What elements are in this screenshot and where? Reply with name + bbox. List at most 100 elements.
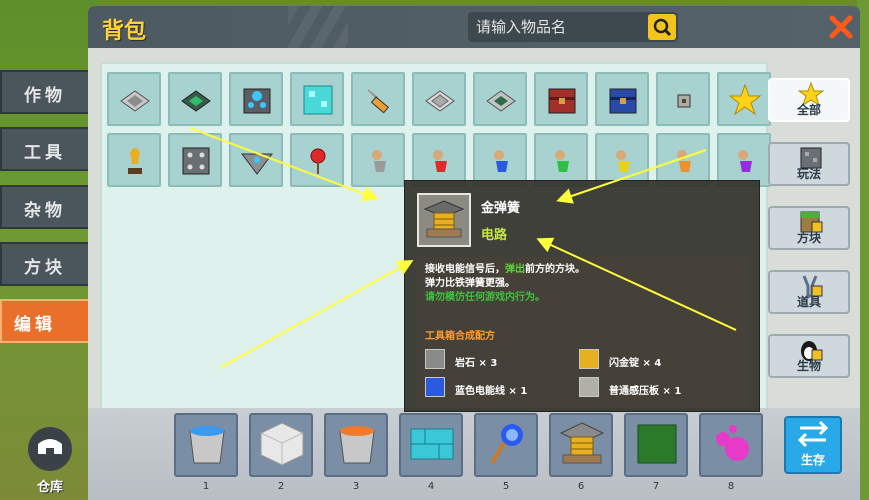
- search-button[interactable]: [648, 14, 676, 40]
- search-input[interactable]: [476, 16, 636, 38]
- hotbar-slot[interactable]: [399, 413, 463, 477]
- red-chest-icon: [548, 88, 576, 114]
- item-slot[interactable]: [412, 72, 466, 126]
- search-icon: [653, 18, 672, 37]
- small-turret-icon: [677, 94, 691, 108]
- category-label: 方块: [796, 231, 821, 245]
- item-slot[interactable]: [473, 72, 527, 126]
- item-slot[interactable]: [107, 133, 161, 187]
- side-tab-tools[interactable]: 工具: [0, 127, 92, 171]
- item-slot[interactable]: [595, 133, 649, 187]
- item-slot[interactable]: [229, 133, 283, 187]
- side-tab-label: 方块: [24, 258, 66, 278]
- item-slot[interactable]: [290, 72, 344, 126]
- recipe-item: 闪金锭 × 4: [579, 349, 729, 371]
- tooltip-item-category: 电路: [481, 228, 508, 243]
- blue-core-block-icon: [243, 88, 271, 114]
- hotbar-slot[interactable]: [249, 413, 313, 477]
- close-button[interactable]: [824, 10, 858, 44]
- item-slot[interactable]: [717, 72, 771, 126]
- category-all[interactable]: 全部: [768, 78, 850, 122]
- orange-person-pin-icon: [677, 150, 691, 172]
- item-slot[interactable]: [229, 72, 283, 126]
- blue-wire-icon: [425, 377, 445, 397]
- wrench-icon: [368, 89, 389, 114]
- blue-wand-icon: [490, 424, 523, 465]
- side-tab-blocks[interactable]: 方块: [0, 242, 92, 286]
- item-slot[interactable]: [412, 133, 466, 187]
- hotbar-slot[interactable]: [174, 413, 238, 477]
- hotbar-slot[interactable]: [324, 413, 388, 477]
- item-slot[interactable]: [351, 72, 405, 126]
- item-slot[interactable]: [656, 72, 710, 126]
- side-tab-label: 编辑: [14, 315, 56, 335]
- tooltip-body: 接收电能信号后，弹出前方的方块。 弹力比铁弹簧更强。 请勿模仿任何游戏内行为。 …: [417, 257, 749, 407]
- gold-ingot-icon: [579, 349, 599, 369]
- item-slot[interactable]: [656, 133, 710, 187]
- gray-person-pin-icon: [372, 150, 386, 172]
- trophy-icon: [128, 148, 142, 174]
- hotbar-slot[interactable]: [624, 413, 688, 477]
- side-tab-label: 杂物: [24, 201, 66, 221]
- diamond-block-icon: [303, 85, 333, 115]
- title-decoration: [288, 6, 348, 48]
- hotbar-slot[interactable]: [549, 413, 613, 477]
- green-pressure-plate-icon: [181, 90, 211, 112]
- green-circuit-plate-icon: [486, 90, 516, 112]
- item-slot[interactable]: [534, 133, 588, 187]
- purple-person-pin-icon: [738, 150, 752, 172]
- hotbar-slot-number: 6: [577, 481, 585, 492]
- category-blocks[interactable]: 方块: [768, 206, 850, 250]
- item-slot[interactable]: [473, 133, 527, 187]
- item-slot[interactable]: [168, 72, 222, 126]
- green-block-icon: [637, 424, 677, 464]
- recipe-item-label: 闪金锭 × 4: [609, 358, 662, 369]
- green-person-pin-icon: [555, 150, 569, 172]
- category-label: 玩法: [796, 167, 821, 181]
- window-title: 背包: [102, 19, 147, 44]
- recipe-item: 岩石 × 3: [425, 349, 575, 371]
- recipe-item-label: 岩石 × 3: [455, 358, 498, 369]
- item-slot[interactable]: [107, 72, 161, 126]
- side-tab-crops[interactable]: 作物: [0, 70, 92, 114]
- category-props[interactable]: 道具: [768, 270, 850, 314]
- pyramid-icon: [241, 153, 273, 175]
- gold-spring-icon: [423, 200, 465, 238]
- hotbar-slot-number: 5: [502, 481, 510, 492]
- lava-bucket-icon: [339, 426, 375, 464]
- survival-store-button[interactable]: 生存: [784, 416, 842, 474]
- category-label: 道具: [796, 295, 821, 309]
- swap-arrows-icon: [797, 420, 829, 448]
- item-slot[interactable]: [290, 133, 344, 187]
- desc-text: 前方的方块。: [525, 264, 585, 275]
- side-tab-edit[interactable]: 编辑: [0, 299, 92, 343]
- white-block-icon: [260, 422, 304, 466]
- blue-person-pin-icon: [494, 150, 508, 172]
- item-slot[interactable]: [595, 72, 649, 126]
- gold-spring-icon: [559, 422, 605, 464]
- recipe-item: 普通感压板 × 1: [579, 377, 729, 399]
- hotbar-slot[interactable]: [699, 413, 763, 477]
- side-tab-label: 工具: [24, 143, 66, 163]
- yellow-person-pin-icon: [616, 150, 630, 172]
- tooltip-warning: 请勿模仿任何游戏内行为。: [425, 292, 545, 303]
- hotbar-slot-number: 4: [427, 481, 435, 492]
- hotbar-slot[interactable]: [474, 413, 538, 477]
- tooltip-desc-line: 弹力比铁弹簧更强。: [425, 278, 515, 289]
- close-icon: [829, 15, 853, 39]
- stone-pressure-plate-icon: [425, 90, 455, 112]
- category-gameplay[interactable]: 玩法: [768, 142, 850, 186]
- category-creatures[interactable]: 生物: [768, 334, 850, 378]
- item-slot[interactable]: [168, 133, 222, 187]
- item-slot[interactable]: [351, 133, 405, 187]
- hotbar-slot-number: 1: [202, 481, 210, 492]
- rock-icon: [425, 349, 445, 369]
- side-tab-misc[interactable]: 杂物: [0, 185, 92, 229]
- warehouse-button[interactable]: 仓库: [22, 424, 78, 495]
- tooltip-item-icon: [417, 193, 471, 247]
- item-slot[interactable]: [534, 72, 588, 126]
- warehouse-icon: [28, 427, 72, 471]
- warehouse-label: 仓库: [36, 480, 63, 495]
- item-slot[interactable]: [717, 133, 771, 187]
- recipe-title: 工具箱合成配方: [425, 331, 495, 342]
